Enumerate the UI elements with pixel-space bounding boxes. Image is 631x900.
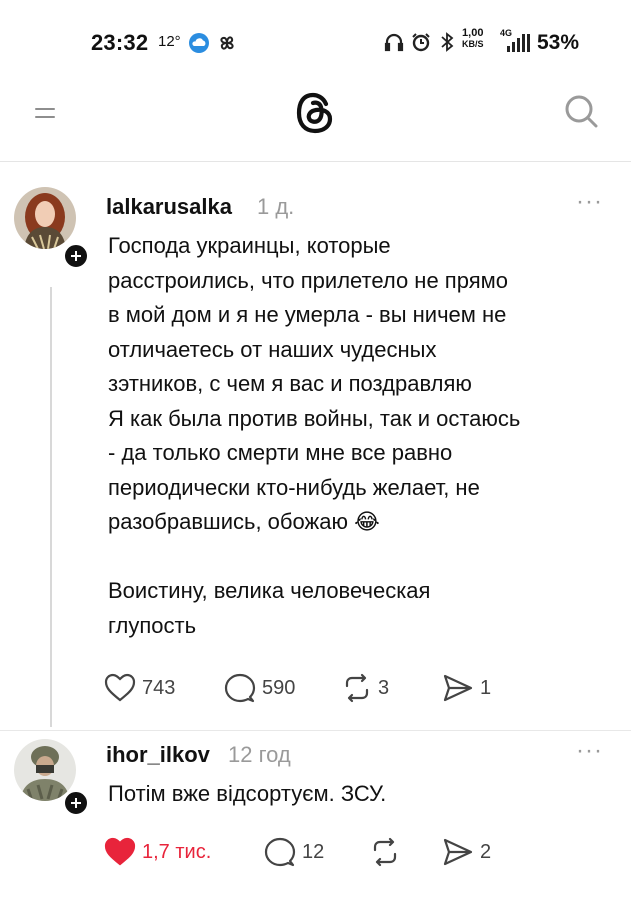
signal-icon (507, 34, 531, 57)
bluetooth-icon (440, 32, 454, 57)
post-username[interactable]: lalkarusalka (106, 194, 232, 220)
alarm-icon (411, 32, 431, 57)
follow-plus-button[interactable] (62, 789, 90, 817)
reply-button[interactable]: 590 (224, 668, 295, 708)
send-icon (443, 838, 473, 866)
heart-filled-icon (104, 837, 136, 866)
post-body: Господа украинцы, которые расстроились, … (108, 233, 521, 534)
status-temperature: 12° (158, 33, 181, 50)
comment-icon (224, 673, 256, 703)
reply-button[interactable]: 12 (264, 832, 324, 872)
heart-icon (104, 673, 136, 702)
thread-post[interactable]: lalkarusalka 1 д. ··· Господа украинцы, … (0, 162, 631, 730)
reply-count: 12 (302, 840, 325, 863)
more-options-icon[interactable]: ··· (576, 737, 603, 765)
send-icon (443, 674, 473, 702)
post-body: Потім вже відсортуєм. ЗСУ. (108, 781, 387, 806)
like-button[interactable]: 1,7 тис. (104, 832, 211, 872)
repost-icon (373, 837, 397, 867)
like-count: 743 (142, 676, 176, 699)
search-icon[interactable] (563, 93, 599, 129)
share-button[interactable]: 1 (442, 668, 491, 708)
post-timestamp: 1 д. (257, 194, 295, 219)
repost-button[interactable]: 3 (342, 668, 389, 708)
post-actions: 1,7 тис. 12 2 (104, 832, 624, 872)
thread-post[interactable]: ihor_ilkov 12 год ··· Потім вже відсорту… (0, 731, 631, 900)
share-count: 1 (480, 676, 492, 699)
post-actions: 743 590 3 1 (104, 668, 624, 708)
like-count: 1,7 тис. (142, 840, 212, 863)
net-speed: 1,00 KB/S (462, 28, 484, 50)
threads-logo-icon[interactable] (291, 89, 339, 137)
repost-icon (345, 673, 369, 703)
menu-icon[interactable] (35, 102, 59, 126)
net-speed-value: 1,00 (462, 27, 484, 39)
post-username[interactable]: ihor_ilkov (106, 742, 210, 768)
status-bar: 23:32 12° 1,00 KB/S 4G 53% (0, 0, 631, 84)
repost-button[interactable] (370, 832, 406, 872)
app-header (0, 84, 631, 162)
headphones-icon (384, 32, 404, 57)
battery-level: 53% (537, 31, 580, 54)
share-button[interactable]: 2 (442, 832, 491, 872)
thread-line (50, 287, 52, 727)
more-options-icon[interactable]: ··· (576, 188, 603, 216)
status-time: 23:32 (91, 30, 149, 55)
comment-icon (264, 837, 296, 867)
like-button[interactable]: 743 (104, 668, 175, 708)
weather-cloud-icon (188, 32, 210, 59)
reply-count: 590 (262, 676, 296, 699)
post-timestamp: 12 год (228, 742, 291, 767)
follow-plus-button[interactable] (62, 242, 90, 270)
pinwheel-icon (216, 32, 238, 59)
repost-count: 3 (378, 676, 390, 699)
net-speed-unit: KB/S (462, 39, 484, 49)
share-count: 2 (480, 840, 492, 863)
post-body-paragraph: Воистину, велика человеческая глупость (108, 578, 431, 638)
avatar[interactable] (14, 187, 76, 249)
